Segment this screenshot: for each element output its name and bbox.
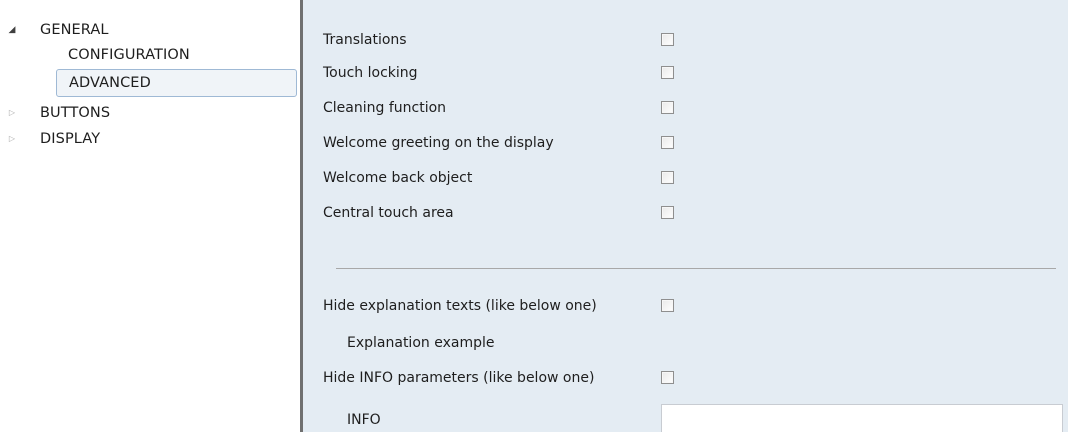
central-touch-area-label: Central touch area (323, 205, 454, 221)
tree-panel: ◢ GENERAL CONFIGURATION ADVANCED ▷ BUTTO… (0, 0, 300, 432)
app-window: ◢ GENERAL CONFIGURATION ADVANCED ▷ BUTTO… (0, 0, 1068, 432)
expanded-triangle-icon[interactable]: ◢ (6, 19, 18, 41)
central-touch-area-checkbox[interactable] (661, 206, 674, 219)
translations-label: Translations (323, 32, 407, 48)
hide-info-parameters-checkbox[interactable] (661, 371, 674, 384)
welcome-greeting-label: Welcome greeting on the display (323, 135, 554, 151)
hide-explanation-texts-label: Hide explanation texts (like below one) (323, 298, 597, 314)
hide-explanation-texts-checkbox[interactable] (661, 299, 674, 312)
tree-item-label: CONFIGURATION (68, 47, 190, 63)
tree-item-label: BUTTONS (40, 105, 111, 121)
parameters-panel: Translations Touch locking Cleaning func… (303, 0, 1068, 432)
tree-item-advanced[interactable]: ADVANCED (0, 72, 300, 94)
welcome-back-object-label: Welcome back object (323, 170, 473, 186)
collapsed-triangle-icon[interactable]: ▷ (6, 128, 18, 150)
tree-item-label: GENERAL (40, 22, 109, 38)
hide-info-parameters-label: Hide INFO parameters (like below one) (323, 370, 595, 386)
tree-item-display[interactable]: ▷ DISPLAY (0, 128, 300, 150)
cleaning-function-label: Cleaning function (323, 100, 447, 116)
tree-item-label: DISPLAY (40, 131, 101, 147)
welcome-greeting-checkbox[interactable] (661, 136, 674, 149)
explanation-example-text: Explanation example (347, 335, 495, 351)
info-field[interactable] (661, 404, 1063, 432)
tree-item-label: ADVANCED (69, 75, 151, 91)
tree-item-configuration[interactable]: CONFIGURATION (0, 44, 300, 66)
touch-locking-checkbox[interactable] (661, 66, 674, 79)
tree-item-general[interactable]: ◢ GENERAL (0, 19, 300, 41)
welcome-back-object-checkbox[interactable] (661, 171, 674, 184)
touch-locking-label: Touch locking (323, 65, 418, 81)
info-label: INFO (347, 412, 381, 428)
section-divider (336, 268, 1056, 269)
translations-checkbox[interactable] (661, 33, 674, 46)
collapsed-triangle-icon[interactable]: ▷ (6, 102, 18, 124)
cleaning-function-checkbox[interactable] (661, 101, 674, 114)
tree-item-buttons[interactable]: ▷ BUTTONS (0, 102, 300, 124)
